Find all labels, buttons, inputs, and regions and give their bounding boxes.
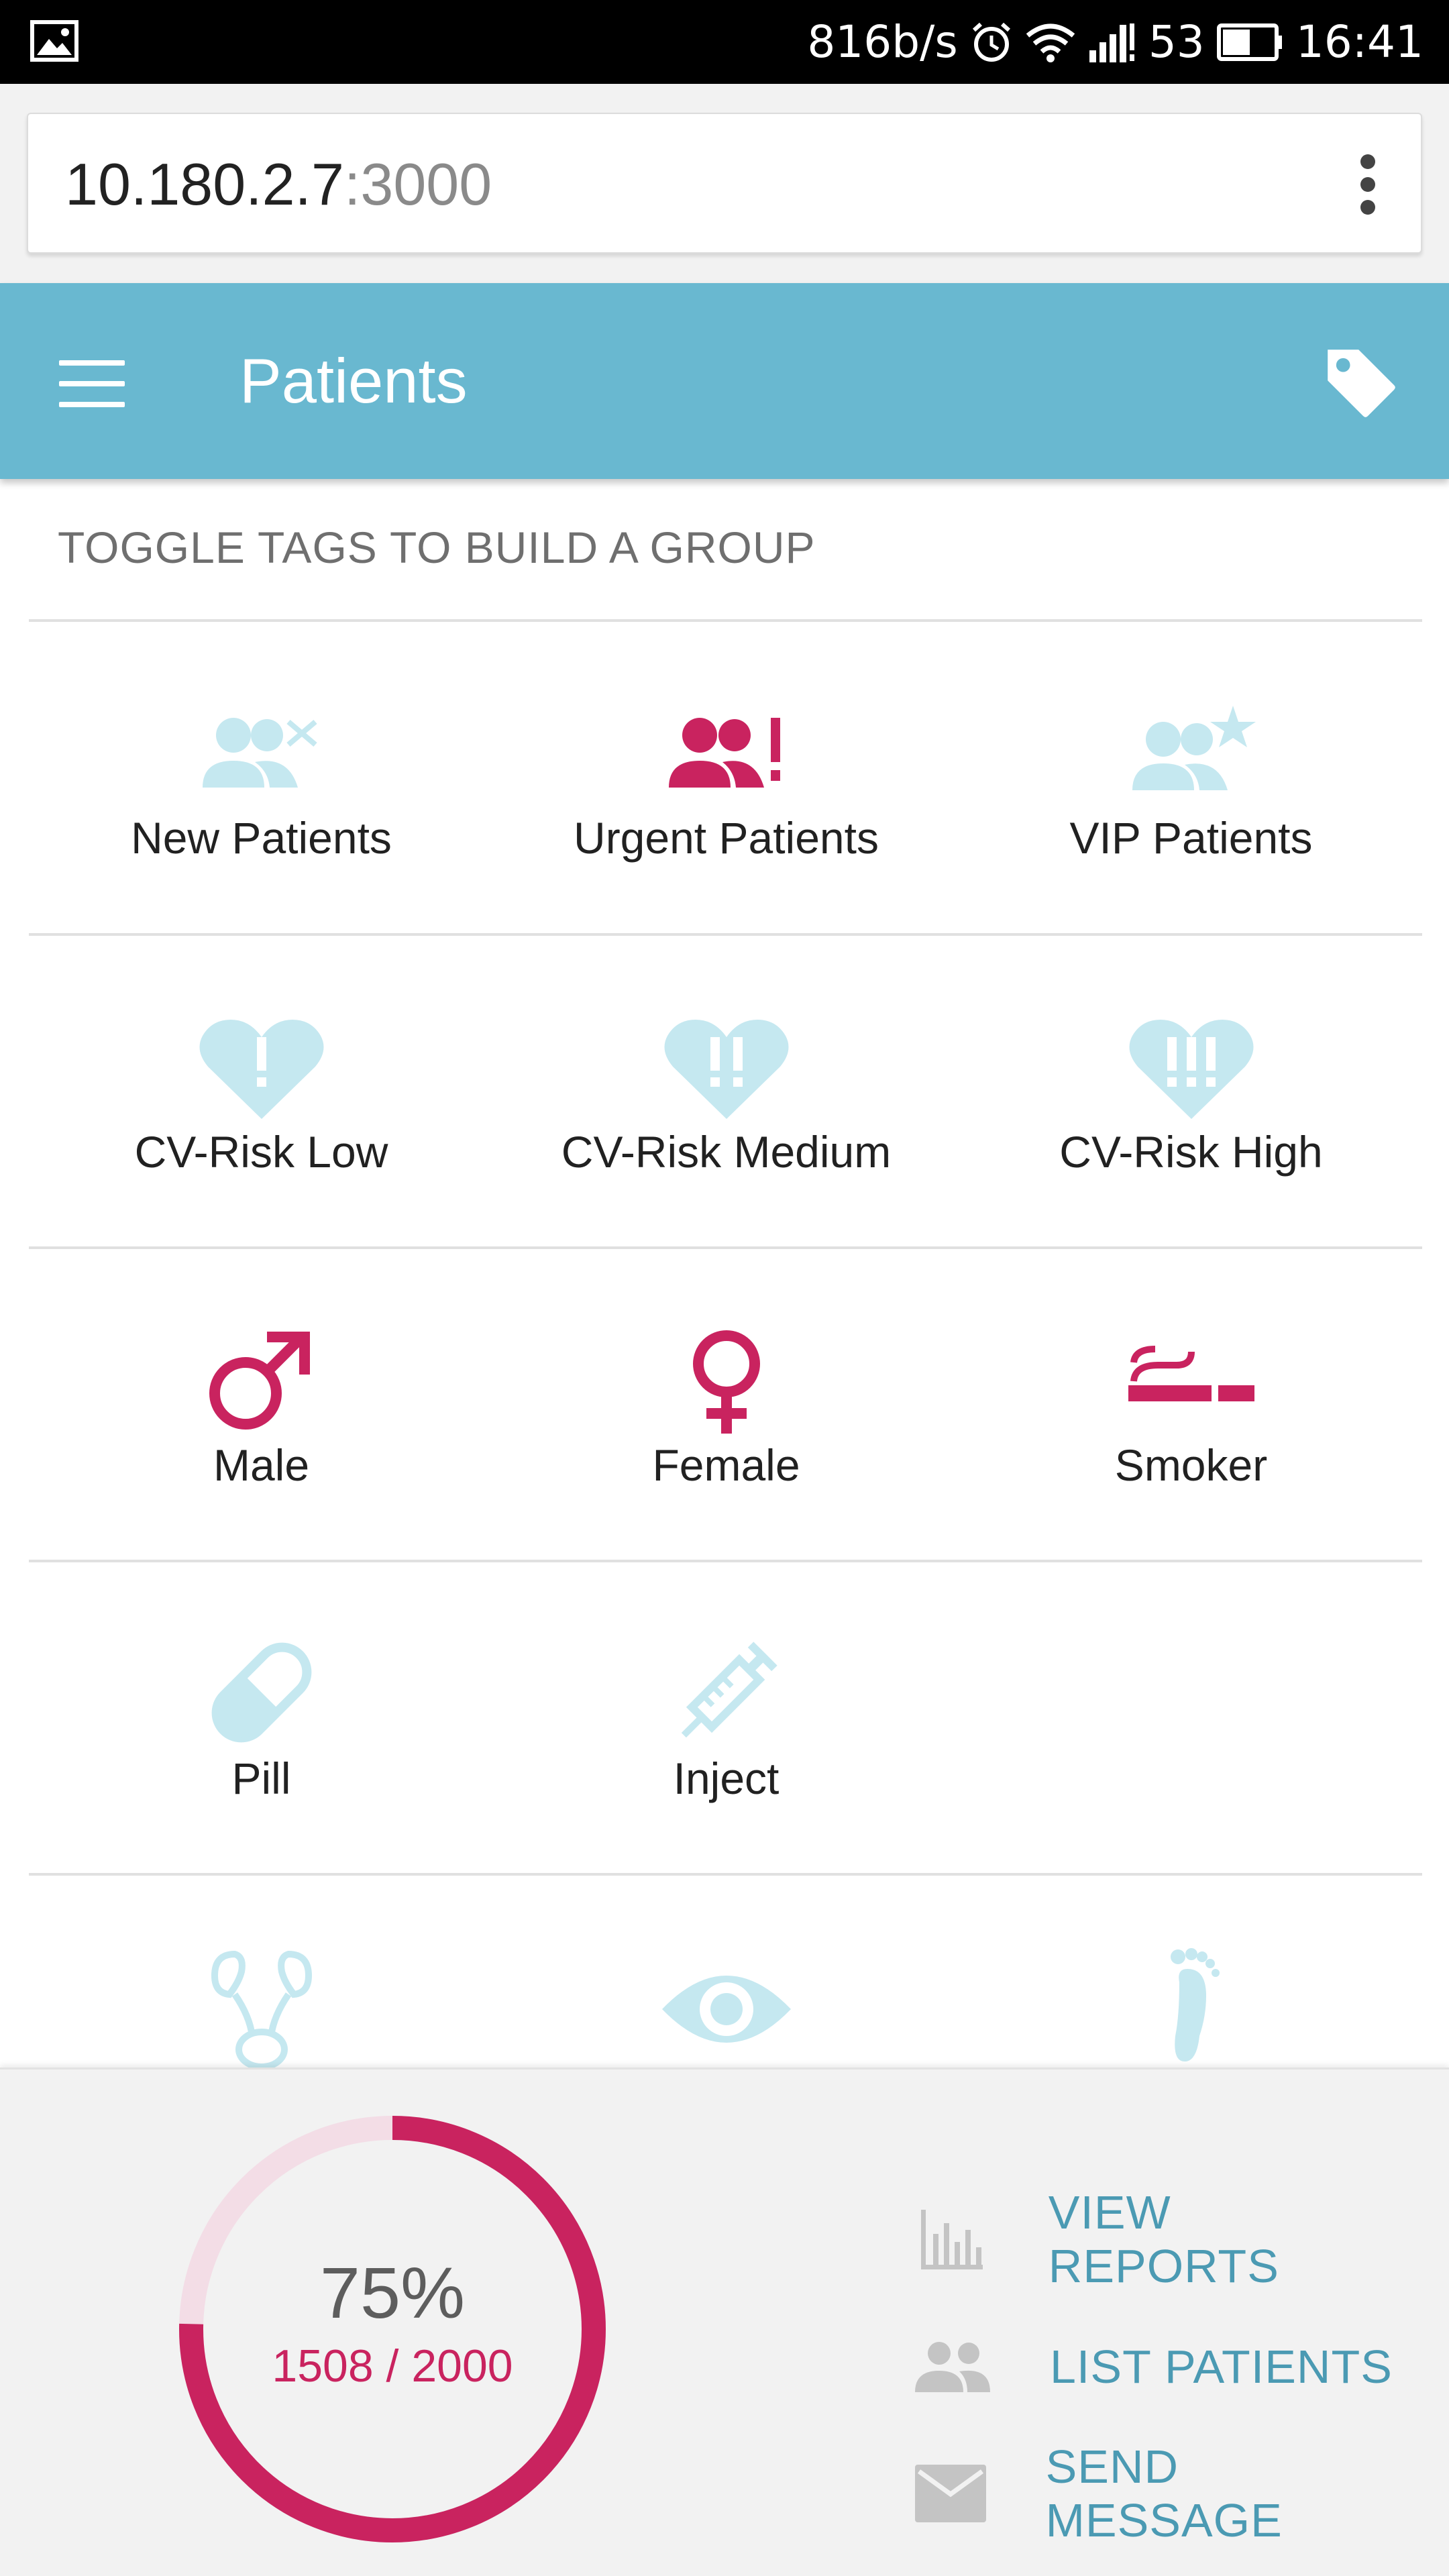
tag-label: Smoker: [1114, 1440, 1268, 1490]
bar-chart-icon: [920, 2210, 983, 2269]
wifi-icon: [1026, 23, 1075, 62]
tag-label: CV-Risk High: [1059, 1127, 1323, 1177]
tag-label: Male: [213, 1440, 310, 1490]
group-summary-panel: 75% 1508 / 2000 VIEW REPORTS LIST PATIEN…: [0, 2068, 1449, 2576]
tag-vip-patients[interactable]: VIP Patients: [959, 621, 1424, 930]
urgent-patients-icon: [668, 718, 780, 788]
app-bar: Patients: [0, 283, 1449, 479]
mail-icon: [914, 2465, 986, 2522]
clock: 16:41: [1295, 16, 1424, 68]
battery-icon: [1216, 23, 1282, 61]
tag-label: VIP Patients: [1069, 813, 1313, 863]
url-text[interactable]: 10.180.2.7:3000: [65, 114, 492, 255]
signal-icon: [1089, 23, 1134, 62]
more-vert-icon[interactable]: [1354, 151, 1381, 218]
new-patients-icon: [202, 718, 317, 788]
tag-label: New Patients: [131, 813, 392, 863]
send-message-button[interactable]: SEND MESSAGE: [912, 2440, 1409, 2546]
tag-urgent-patients[interactable]: Urgent Patients: [494, 621, 959, 930]
status-bar: 816b/s 53 16:41: [0, 0, 1449, 84]
tag-cv-risk-medium[interactable]: CV-Risk Medium: [494, 935, 959, 1244]
tag-label: CV-Risk Medium: [561, 1127, 892, 1177]
progress-count: 1508 / 2000: [272, 2341, 513, 2392]
tag-pill[interactable]: Pill: [29, 1562, 494, 1870]
page-title: Patients: [239, 345, 468, 416]
image-icon: [30, 20, 78, 62]
heart-medium-icon: [664, 1020, 788, 1119]
syringe-icon: [681, 1642, 777, 1738]
heart-high-icon: [1129, 1020, 1253, 1119]
net-speed: 816b/s: [807, 16, 958, 68]
action-label: VIEW REPORTS: [1048, 2186, 1279, 2292]
foot-icon: [1170, 1948, 1220, 2061]
tag-label: Pill: [231, 1754, 291, 1803]
people-icon: [915, 2342, 990, 2392]
url-host: 10.180.2.7: [65, 151, 344, 217]
kidney-icon: [211, 1950, 312, 2070]
tag-inject[interactable]: Inject: [494, 1562, 959, 1870]
smoker-icon: [1128, 1346, 1254, 1401]
view-reports-button[interactable]: VIEW REPORTS: [912, 2186, 1409, 2292]
tag-cv-risk-low[interactable]: CV-Risk Low: [29, 935, 494, 1244]
section-subheader: TOGGLE TAGS TO BUILD A GROUP: [58, 523, 816, 572]
tag-male[interactable]: Male: [29, 1248, 494, 1557]
tag-label: Female: [652, 1440, 800, 1490]
battery-level: 53: [1148, 16, 1205, 68]
tag-new-patients[interactable]: New Patients: [29, 621, 494, 930]
tag-label: Inject: [673, 1754, 780, 1803]
vip-patients-icon: [1132, 706, 1256, 790]
tag-smoker[interactable]: Smoker: [959, 1248, 1424, 1557]
tag-icon[interactable]: [1322, 343, 1399, 421]
tag-female[interactable]: Female: [494, 1248, 959, 1557]
pill-icon: [211, 1642, 311, 1743]
action-label: SEND MESSAGE: [1045, 2440, 1283, 2546]
tag-cv-risk-high[interactable]: CV-Risk High: [959, 935, 1424, 1244]
heart-low-icon: [199, 1020, 323, 1119]
tag-label: Urgent Patients: [574, 813, 879, 863]
female-icon: [692, 1330, 760, 1434]
alarm-icon: [972, 22, 1010, 62]
male-icon: [209, 1332, 310, 1430]
list-patients-button[interactable]: LIST PATIENTS: [912, 2323, 1409, 2410]
action-label: LIST PATIENTS: [1050, 2341, 1393, 2393]
browser-toolbar: 10.180.2.7:3000: [0, 84, 1449, 283]
eye-icon: [661, 1976, 791, 2043]
progress-percent: 75%: [319, 2252, 466, 2333]
address-bar[interactable]: 10.180.2.7:3000: [27, 113, 1422, 254]
url-port: :3000: [343, 151, 492, 217]
tag-label: CV-Risk Low: [134, 1127, 388, 1177]
hamburger-icon[interactable]: [59, 360, 125, 407]
